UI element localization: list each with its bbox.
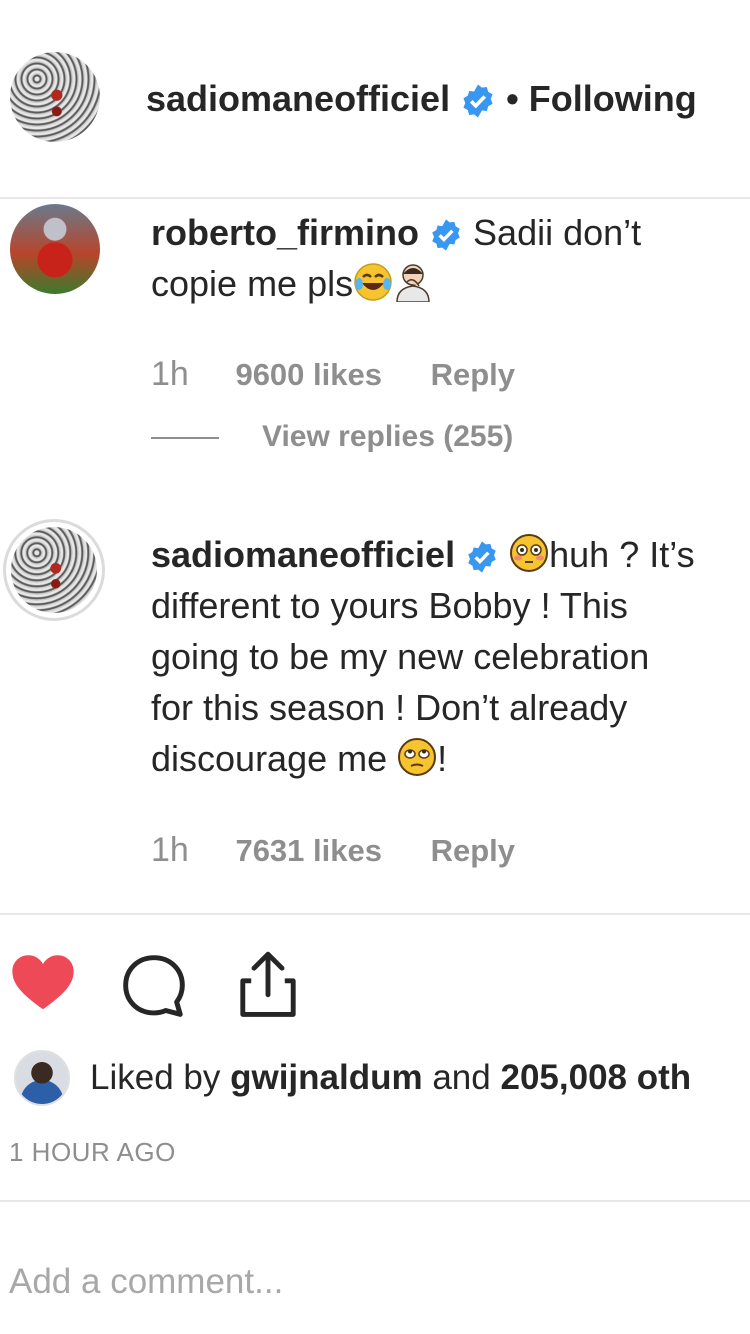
verified-badge-icon bbox=[468, 541, 496, 574]
comment-text-line: roberto_firmino Sadii don’t bbox=[151, 207, 641, 258]
follow-status[interactable]: Following bbox=[529, 78, 697, 119]
liked-by-line: Liked by gwijnaldum and 205,008 oth bbox=[90, 1058, 691, 1098]
reply-button[interactable]: Reply bbox=[431, 833, 515, 868]
comment-body: ! bbox=[437, 738, 448, 779]
liked-by-and: and bbox=[432, 1058, 491, 1097]
header-divider bbox=[0, 197, 750, 199]
comment-body: copie me pls bbox=[151, 263, 354, 304]
liked-by-others[interactable]: 205,008 oth bbox=[500, 1058, 691, 1097]
comment-body: huh ? It’s bbox=[549, 534, 695, 575]
comment-text-line: sadiomaneofficiel huh ? It’s bbox=[151, 529, 695, 580]
comment-meta: 1h 9600 likes Reply bbox=[151, 355, 515, 394]
person-facepalming-emoji-icon bbox=[396, 264, 430, 302]
comment-icon[interactable] bbox=[120, 952, 188, 1020]
comment-text-line: going to be my new celebration bbox=[151, 636, 650, 677]
comment-username[interactable]: sadiomaneofficiel bbox=[151, 534, 455, 575]
add-comment-input[interactable]: Add a comment... bbox=[9, 1262, 283, 1302]
action-bar bbox=[0, 948, 750, 1028]
post-author-username[interactable]: sadiomaneofficiel bbox=[146, 78, 450, 119]
comment-username[interactable]: roberto_firmino bbox=[151, 212, 419, 253]
liked-by-prefix: Liked by bbox=[90, 1058, 221, 1097]
reply-button[interactable]: Reply bbox=[431, 357, 515, 392]
comment-body: Sadii don’t bbox=[473, 212, 642, 253]
heart-icon[interactable] bbox=[8, 948, 78, 1018]
flushed-face-emoji-icon bbox=[510, 534, 549, 572]
header-separator: • bbox=[506, 78, 519, 119]
comment-time: 1h bbox=[151, 355, 189, 393]
tears-of-joy-emoji-icon bbox=[354, 263, 392, 301]
liker-avatar[interactable] bbox=[14, 1050, 70, 1106]
comment-text-line: discourage me ! bbox=[151, 733, 447, 784]
comment-likes[interactable]: 7631 likes bbox=[235, 833, 382, 868]
post-timestamp: 1 HOUR AGO bbox=[9, 1137, 176, 1167]
post-author-avatar[interactable] bbox=[10, 52, 100, 142]
comment-body: discourage me bbox=[151, 738, 388, 779]
comment-text-line: copie me pls bbox=[151, 258, 437, 309]
comment-text-line: different to yours Bobby ! This bbox=[151, 585, 628, 626]
view-replies-button[interactable]: View replies (255) bbox=[262, 420, 513, 454]
post-header: sadiomaneofficiel • Following bbox=[146, 78, 697, 120]
comment-avatar[interactable] bbox=[11, 527, 97, 613]
comment-avatar[interactable] bbox=[10, 204, 100, 294]
comment-time: 1h bbox=[151, 831, 189, 869]
comments-divider bbox=[0, 913, 750, 915]
verified-badge-icon bbox=[432, 219, 460, 252]
input-divider bbox=[0, 1200, 750, 1202]
replies-dash bbox=[151, 437, 219, 439]
liked-by-user[interactable]: gwijnaldum bbox=[230, 1058, 423, 1097]
share-icon[interactable] bbox=[234, 950, 302, 1020]
comment-likes[interactable]: 9600 likes bbox=[235, 357, 382, 392]
comment-text-line: for this season ! Don’t already bbox=[151, 687, 628, 728]
verified-badge-icon bbox=[463, 84, 493, 118]
eye-roll-emoji-icon bbox=[398, 738, 437, 776]
comment-meta: 1h 7631 likes Reply bbox=[151, 831, 515, 870]
